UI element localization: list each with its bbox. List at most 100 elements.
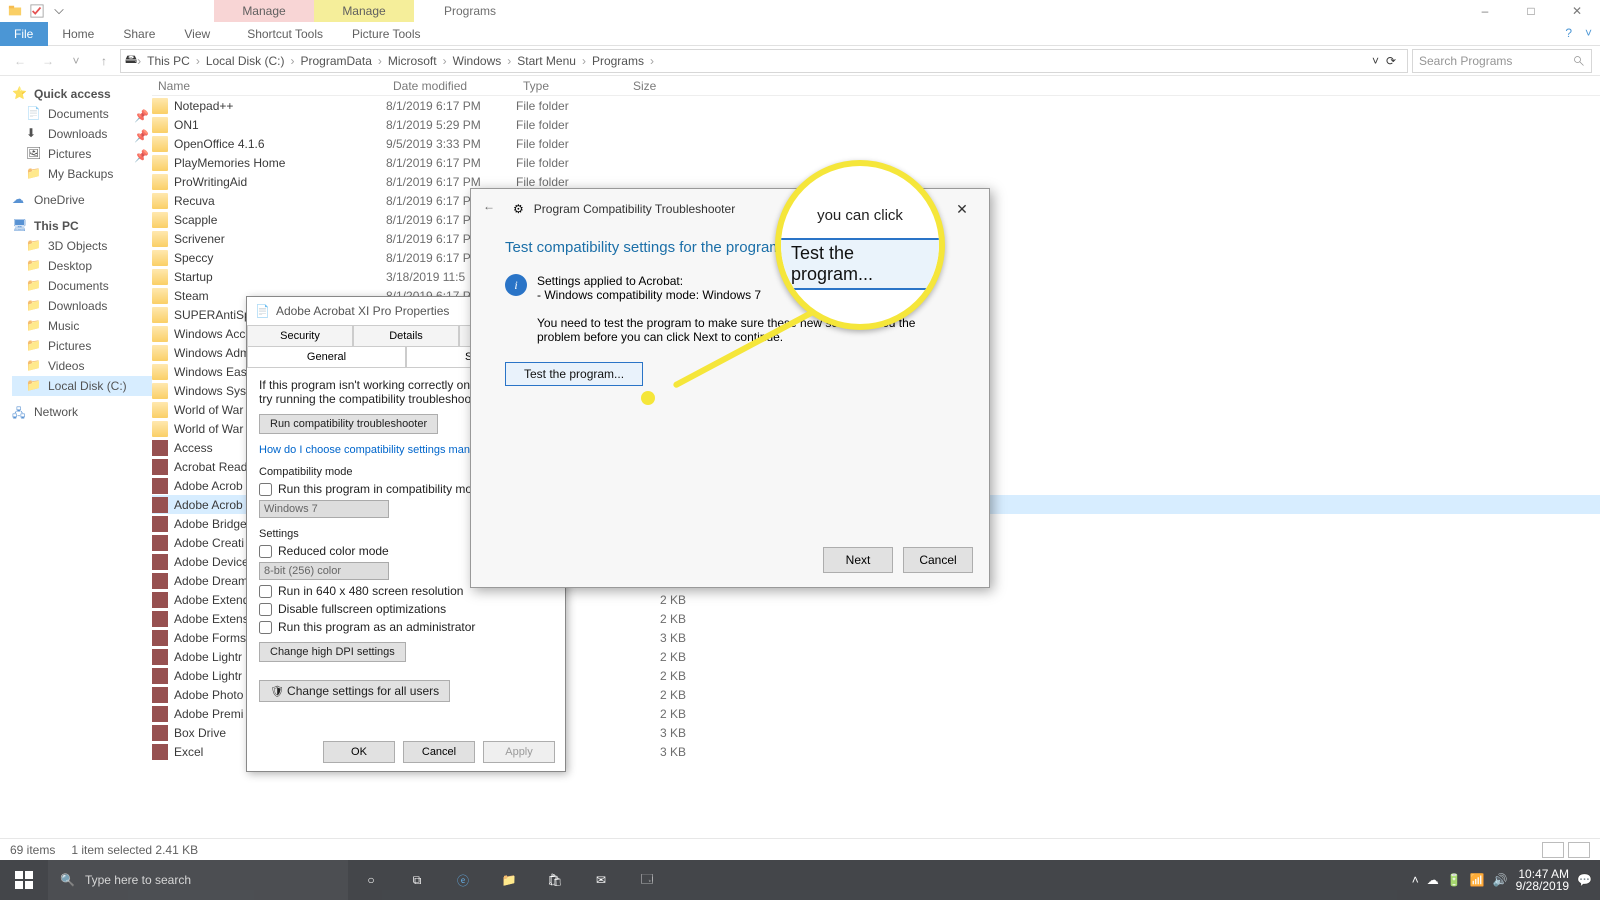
sidebar-quick-access[interactable]: ⭐Quick access — [12, 84, 152, 104]
folder-icon — [152, 269, 168, 285]
sidebar-item[interactable]: 📁Pictures — [12, 336, 152, 356]
sidebar-network[interactable]: 🖧Network — [12, 402, 152, 422]
test-program-button[interactable]: Test the program... — [505, 362, 643, 386]
breadcrumb-seg[interactable]: ProgramData — [295, 54, 378, 68]
caret-down-icon[interactable] — [50, 2, 68, 20]
view-details-button[interactable] — [1542, 842, 1564, 858]
sidebar-item[interactable]: 📁3D Objects — [12, 236, 152, 256]
refresh-icon[interactable]: ⟳ — [1379, 54, 1403, 68]
minimize-button[interactable]: – — [1462, 0, 1508, 22]
volume-icon[interactable]: 🔊 — [1493, 873, 1508, 887]
sidebar-item[interactable]: 🖼Pictures📌 — [12, 144, 152, 164]
col-size[interactable]: Size — [627, 76, 707, 95]
folder-icon[interactable] — [6, 2, 24, 20]
close-button[interactable]: ✕ — [1554, 0, 1600, 22]
sidebar-item[interactable]: 📁Documents — [12, 276, 152, 296]
clock[interactable]: 10:47 AM9/28/2019 — [1516, 868, 1569, 892]
tray-expand-icon[interactable]: ˄ — [1412, 873, 1419, 887]
table-row[interactable]: ON18/1/2019 5:29 PMFile folder — [152, 115, 1600, 134]
breadcrumb-seg[interactable]: Start Menu — [511, 54, 582, 68]
run-admin-checkbox[interactable]: Run this program as an administrator — [259, 620, 553, 634]
star-icon: ⭐ — [12, 86, 28, 102]
notifications-icon[interactable]: 💬 — [1577, 873, 1592, 887]
sidebar-item[interactable]: 📁Music — [12, 316, 152, 336]
table-row[interactable]: OpenOffice 4.1.69/5/2019 3:33 PMFile fol… — [152, 134, 1600, 153]
explorer-icon[interactable]: 📁 — [486, 860, 532, 900]
tab-picture-tools[interactable]: Picture Tools — [338, 22, 435, 46]
sidebar-onedrive[interactable]: ☁OneDrive — [12, 190, 152, 210]
taskbar-search[interactable]: 🔍Type here to search — [48, 860, 348, 900]
checkbox-icon[interactable] — [28, 2, 46, 20]
sidebar-item[interactable]: 📁Local Disk (C:) — [12, 376, 152, 396]
shortcut-icon — [152, 440, 168, 456]
tab-share[interactable]: Share — [109, 22, 170, 46]
sidebar-item[interactable]: 📁My Backups — [12, 164, 152, 184]
shortcut-icon — [152, 535, 168, 551]
breadcrumb-seg[interactable]: Microsoft — [382, 54, 443, 68]
mail-icon[interactable]: ✉ — [578, 860, 624, 900]
search-icon — [1573, 55, 1585, 67]
table-row[interactable]: Notepad++8/1/2019 6:17 PMFile folder — [152, 96, 1600, 115]
next-button[interactable]: Next — [823, 547, 893, 573]
run-troubleshooter-button[interactable]: Run compatibility troubleshooter — [259, 414, 438, 434]
breadcrumb-dropdown-icon[interactable]: ˅ — [1372, 54, 1379, 68]
wifi-icon[interactable]: 📶 — [1470, 873, 1485, 887]
ok-button[interactable]: OK — [323, 741, 395, 763]
nav-back[interactable]: ← — [8, 49, 32, 73]
maximize-button[interactable]: □ — [1508, 0, 1554, 22]
app-icon[interactable]: 🗔 — [624, 860, 670, 900]
sidebar-item[interactable]: 📄Documents📌 — [12, 104, 152, 124]
close-button[interactable]: ✕ — [947, 201, 977, 218]
edge-icon[interactable]: ⓔ — [440, 860, 486, 900]
back-button[interactable]: ← — [483, 199, 503, 219]
breadcrumb[interactable]: 🖴› This PC› Local Disk (C:)› ProgramData… — [120, 49, 1408, 73]
ribbon-tabs: File Home Share View Shortcut Tools Pict… — [0, 22, 1600, 46]
sidebar-item[interactable]: 📁Downloads — [12, 296, 152, 316]
tab-shortcut-tools[interactable]: Shortcut Tools — [233, 22, 338, 46]
disable-fullscreen-checkbox[interactable]: Disable fullscreen optimizations — [259, 602, 553, 616]
help-icon[interactable]: ? — [1565, 26, 1572, 40]
status-bar: 69 items 1 item selected 2.41 KB — [0, 838, 1600, 860]
tab-home[interactable]: Home — [48, 22, 109, 46]
breadcrumb-seg[interactable]: Local Disk (C:) — [200, 54, 291, 68]
view-large-button[interactable] — [1568, 842, 1590, 858]
col-date[interactable]: Date modified — [387, 76, 517, 95]
tab-view[interactable]: View — [170, 22, 225, 46]
col-type[interactable]: Type — [517, 76, 627, 95]
tab-details[interactable]: Details — [353, 325, 459, 346]
col-name[interactable]: Name — [152, 76, 387, 95]
breadcrumb-seg[interactable]: Programs — [586, 54, 650, 68]
nav-recent[interactable]: ˅ — [64, 49, 88, 73]
search-input[interactable]: Search Programs — [1412, 49, 1592, 73]
sidebar-item[interactable]: 📁Desktop — [12, 256, 152, 276]
tab-file[interactable]: File — [0, 22, 48, 46]
taskview-icon[interactable]: ⧉ — [394, 860, 440, 900]
all-users-button[interactable]: 🛡 Change settings for all users — [259, 680, 450, 702]
tab-general[interactable]: General — [247, 347, 406, 368]
picture-icon: 🖼 — [26, 146, 42, 162]
onedrive-tray-icon[interactable]: ☁ — [1427, 873, 1439, 887]
nav-up[interactable]: ↑ — [92, 49, 116, 73]
dpi-settings-button[interactable]: Change high DPI settings — [259, 642, 406, 662]
sidebar-thispc[interactable]: 🖥This PC — [12, 216, 152, 236]
folder-icon: 📁 — [26, 166, 42, 182]
tab-security[interactable]: Security — [247, 325, 353, 346]
breadcrumb-seg[interactable]: Windows — [447, 54, 508, 68]
sidebar-item[interactable]: ⬇Downloads📌 — [12, 124, 152, 144]
cortana-icon[interactable]: ○ — [348, 860, 394, 900]
shortcut-icon — [152, 649, 168, 665]
cancel-button[interactable]: Cancel — [903, 547, 973, 573]
apply-button[interactable]: Apply — [483, 741, 555, 763]
manual-settings-link[interactable]: How do I choose compatibility settings m… — [259, 444, 493, 456]
cancel-button[interactable]: Cancel — [403, 741, 475, 763]
folder-icon — [152, 231, 168, 247]
sidebar-item[interactable]: 📁Videos — [12, 356, 152, 376]
nav-forward[interactable]: → — [36, 49, 60, 73]
column-headers[interactable]: Name Date modified Type Size — [152, 76, 1600, 96]
battery-icon[interactable]: 🔋 — [1447, 873, 1462, 887]
store-icon[interactable]: 🛍 — [532, 860, 578, 900]
ribbon-collapse-icon[interactable]: ˅ — [1585, 26, 1592, 40]
breadcrumb-seg[interactable]: This PC — [141, 54, 196, 68]
folder-icon — [152, 288, 168, 304]
start-button[interactable] — [0, 860, 48, 900]
